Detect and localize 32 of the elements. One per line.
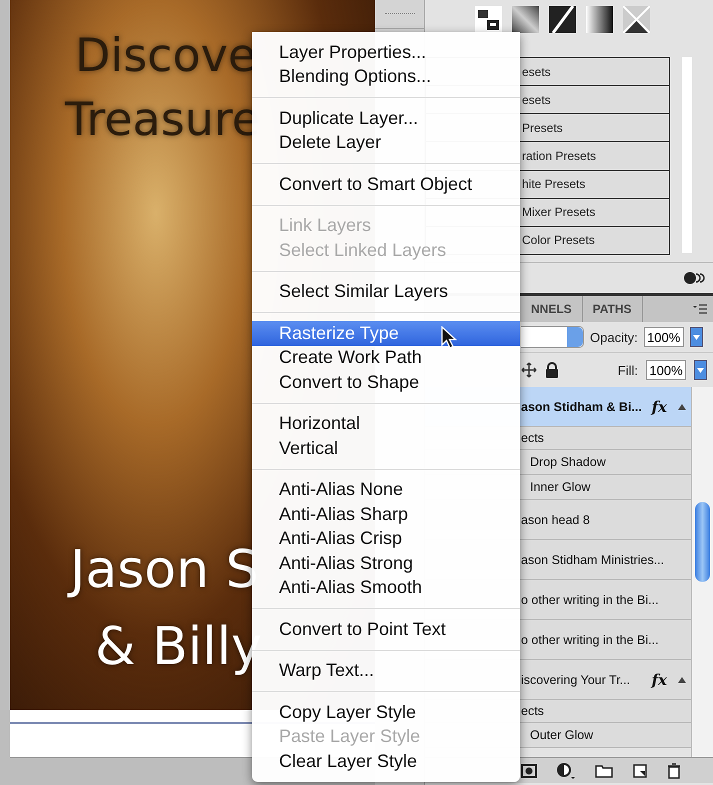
opacity-field[interactable]: 100% [644, 327, 684, 347]
panel-grip[interactable] [384, 12, 414, 16]
new-layer-icon[interactable] [633, 764, 647, 778]
scrollbar[interactable] [682, 57, 692, 253]
menu-item[interactable]: Rasterize Type [252, 321, 520, 346]
blend-mode-dropdown[interactable] [521, 326, 584, 348]
trash-icon[interactable] [667, 762, 681, 778]
collapse-triangle-icon[interactable] [678, 404, 686, 410]
collapse-triangle-icon[interactable] [678, 676, 686, 682]
pointer-cursor-icon [441, 326, 457, 350]
menu-item[interactable]: Create Work Path [252, 346, 520, 370]
menu-item[interactable]: Select Similar Layers [252, 280, 520, 304]
opacity-label: Opacity: [590, 330, 638, 344]
diagonal-stroke-swatch-icon[interactable] [549, 6, 576, 32]
adjustment-layer-icon[interactable] [557, 762, 575, 778]
scrollbar-thumb[interactable] [695, 502, 710, 582]
lock-icon[interactable] [545, 362, 559, 378]
menu-item[interactable]: Clear Layer Style [252, 749, 520, 774]
fx-label: fx [652, 398, 667, 416]
move-lock-icon[interactable] [521, 362, 537, 378]
fx-label: fx [652, 670, 667, 688]
gradient-swatch-icon[interactable] [586, 6, 613, 32]
folder-icon[interactable] [595, 764, 613, 778]
mask-icon[interactable] [521, 764, 537, 778]
layers-scrollbar[interactable] [691, 387, 713, 757]
panel-menu-icon[interactable] [693, 304, 707, 314]
fill-field[interactable]: 100% [646, 360, 686, 380]
panel-tab[interactable]: NNELS [521, 296, 583, 322]
gradient-swatch-icon[interactable] [512, 6, 539, 32]
panel-tab[interactable]: PATHS [582, 296, 643, 322]
cross-swatch-icon[interactable] [623, 6, 650, 32]
fill-label: Fill: [618, 362, 638, 378]
